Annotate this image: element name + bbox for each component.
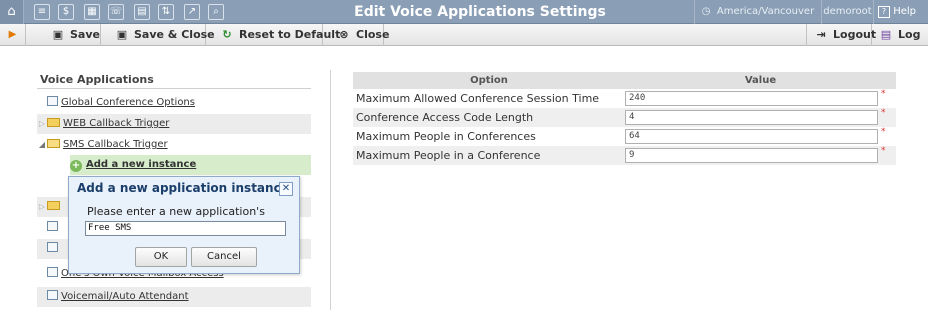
reset-icon: ↻ xyxy=(222,28,232,41)
instance-name-input[interactable]: Free SMS xyxy=(85,221,286,236)
list-icon[interactable]: ≡ xyxy=(34,4,50,20)
page-title: Edit Voice Applications Settings xyxy=(354,4,606,20)
log-button[interactable]: ▤ Log xyxy=(872,24,928,46)
add-instance-dialog: Add a new application instance ✕ Please … xyxy=(68,176,300,274)
grid-icon[interactable]: ▦ xyxy=(84,4,100,20)
option-value-input[interactable]: 240 xyxy=(625,91,878,106)
document-icon xyxy=(47,267,58,277)
required-mark: * xyxy=(881,146,886,156)
cancel-button[interactable]: Cancel xyxy=(191,247,257,267)
option-name: Maximum People in Conferences xyxy=(356,130,536,143)
log-icon: ▤ xyxy=(880,28,892,41)
tree-item-sms-callback[interactable]: ◢ SMS Callback Trigger xyxy=(37,135,311,155)
tree-item-label[interactable]: Voicemail/Auto Attendant xyxy=(61,291,189,302)
home-icon[interactable]: ⌂ xyxy=(0,0,24,24)
close-label: Close xyxy=(356,28,390,41)
stats-icon[interactable]: ↗ xyxy=(184,4,200,20)
add-instance-row[interactable]: + Add a new instance xyxy=(70,155,311,175)
save-close-label: Save & Close xyxy=(134,28,215,41)
log-label: Log xyxy=(898,28,921,41)
search-icon[interactable]: ⌕ xyxy=(208,4,224,20)
tree-item-voicemail[interactable]: Voicemail/Auto Attendant xyxy=(37,287,311,307)
tree-item-label[interactable]: Global Conference Options xyxy=(61,97,195,108)
collapse-arrow-icon[interactable]: ◢ xyxy=(37,135,47,155)
logout-icon: ⇥ xyxy=(816,28,826,41)
title-divider xyxy=(37,88,311,89)
tree-item-global-conference[interactable]: Global Conference Options xyxy=(37,93,311,113)
table-header: Option Value xyxy=(353,72,896,89)
timezone-label: America/Vancouver xyxy=(716,6,815,17)
document-icon xyxy=(47,242,58,252)
folder-icon xyxy=(47,118,60,127)
tree-item-label[interactable]: WEB Callback Trigger xyxy=(63,118,169,129)
option-value-input[interactable]: 64 xyxy=(625,129,878,144)
table-row: Conference Access Code Length 4 * xyxy=(353,108,896,127)
logout-button[interactable]: ⇥ Logout xyxy=(806,24,876,46)
table-row: Maximum People in Conferences 64 * xyxy=(353,127,896,146)
reset-label: Reset to Default xyxy=(239,28,341,41)
option-value-input[interactable]: 4 xyxy=(625,110,878,125)
expand-arrow-icon[interactable]: ▷ xyxy=(37,114,47,134)
document-icon xyxy=(47,221,58,231)
required-mark: * xyxy=(881,89,886,99)
logout-label: Logout xyxy=(833,28,877,41)
required-mark: * xyxy=(881,127,886,137)
add-instance-link[interactable]: Add a new instance xyxy=(86,159,196,170)
phone-icon[interactable]: ☏ xyxy=(108,4,124,20)
options-table: Option Value Maximum Allowed Conference … xyxy=(353,72,896,165)
floppy-icon: ▣ xyxy=(116,28,128,41)
folder-icon xyxy=(47,201,60,210)
close-icon: ⊗ xyxy=(339,28,349,41)
option-name: Conference Access Code Length xyxy=(356,111,534,124)
table-row: Maximum Allowed Conference Session Time … xyxy=(353,89,896,108)
required-mark: * xyxy=(881,108,886,118)
table-icon[interactable]: ▤ xyxy=(134,4,150,20)
document-icon xyxy=(47,290,58,300)
routing-icon[interactable]: ⇅ xyxy=(158,4,174,20)
option-name: Maximum Allowed Conference Session Time xyxy=(356,92,600,105)
toolbar: ▶ ▣ Save ▣ Save & Close ↻ Reset to Default … xyxy=(0,24,928,46)
panel-divider xyxy=(330,70,331,310)
add-icon: + xyxy=(70,160,82,172)
dollar-icon[interactable]: $ xyxy=(58,4,74,20)
dialog-close-icon[interactable]: ✕ xyxy=(279,182,293,196)
table-row: Maximum People in a Conference 9 * xyxy=(353,146,896,165)
column-header-option: Option xyxy=(470,75,508,86)
ok-button[interactable]: OK xyxy=(135,247,187,267)
top-bar: ⌂ ≡ $ ▦ ☏ ▤ ⇅ ↗ ⌕ Edit Voice Application… xyxy=(0,0,928,24)
reset-button[interactable]: ↻ Reset to Default xyxy=(213,24,340,46)
save-close-button[interactable]: ▣ Save & Close xyxy=(108,24,215,46)
save-label: Save xyxy=(70,28,100,41)
open-folder-icon xyxy=(47,139,60,148)
help-icon: ? xyxy=(878,6,890,18)
user-link[interactable]: demoroot xyxy=(822,0,874,24)
clock-icon: ◷ xyxy=(701,6,711,17)
option-name: Maximum People in a Conference xyxy=(356,149,541,162)
option-value-input[interactable]: 9 xyxy=(625,148,878,163)
floppy-icon: ▣ xyxy=(52,28,64,41)
play-arrow-icon[interactable]: ▶ xyxy=(0,24,26,46)
column-header-value: Value xyxy=(744,75,777,86)
expand-arrow-icon[interactable]: ▷ xyxy=(37,197,47,217)
save-button[interactable]: ▣ Save xyxy=(44,24,101,46)
document-icon xyxy=(47,96,58,106)
dialog-title: Add a new application instance xyxy=(77,181,289,195)
close-button[interactable]: ⊗ Close xyxy=(330,24,389,46)
help-link[interactable]: ? Help xyxy=(878,0,928,24)
timezone-link[interactable]: ◷ America/Vancouver xyxy=(694,0,822,24)
voice-applications-title: Voice Applications xyxy=(40,73,154,86)
tree-item-label[interactable]: SMS Callback Trigger xyxy=(63,139,168,150)
tree-item-web-callback[interactable]: ▷ WEB Callback Trigger xyxy=(37,114,311,134)
help-label: Help xyxy=(893,6,916,17)
